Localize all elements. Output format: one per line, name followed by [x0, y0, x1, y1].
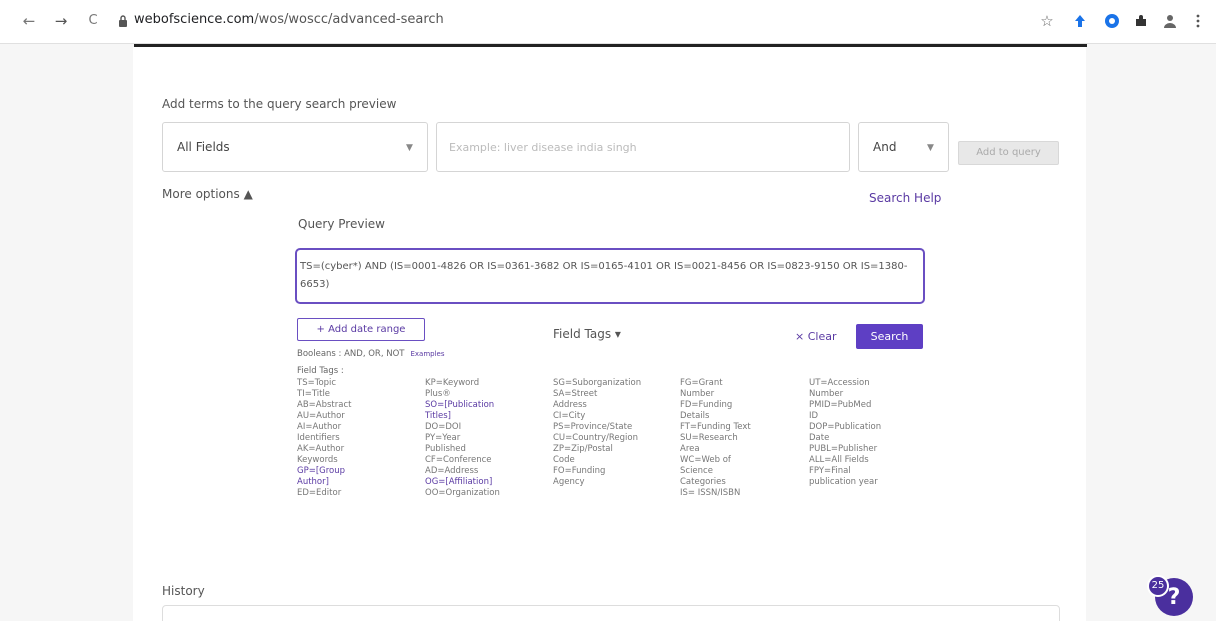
- field-select[interactable]: All Fields ▼: [162, 122, 428, 172]
- history-card: [162, 605, 1060, 621]
- field-tag-item: FPY=Final: [809, 466, 851, 476]
- field-tag-item: PUBL=Publisher: [809, 444, 878, 454]
- query-preview-textarea[interactable]: TS=(cyber*) AND (IS=0001-4826 OR IS=0361…: [295, 248, 925, 304]
- field-tags-column-4: FG=Grant Number FD=Funding Details FT=Fu…: [680, 378, 751, 499]
- field-tag-item: Number: [809, 389, 844, 399]
- field-tag-item: Categories: [680, 477, 726, 487]
- field-select-value: All Fields: [177, 140, 230, 154]
- url-host: webofscience.com: [134, 12, 255, 27]
- forward-icon[interactable]: →: [52, 12, 70, 30]
- field-tag-item: WC=Web of: [680, 455, 731, 465]
- field-tag-item: DO=DOI: [425, 422, 462, 432]
- search-term-input[interactable]: [436, 122, 850, 172]
- url-path: /wos/woscc/advanced-search: [254, 12, 444, 27]
- field-tag-item: Keywords: [297, 455, 338, 465]
- field-tags-column-3: SG=Suborganization SA=Street Address CI=…: [553, 378, 641, 488]
- field-tag-item: Number: [680, 389, 715, 399]
- field-tag-item: Identifiers: [297, 433, 340, 443]
- field-tag-item: Plus®: [425, 389, 451, 399]
- chevron-down-icon: ▼: [927, 143, 934, 153]
- group-author-link[interactable]: Author]: [297, 477, 351, 488]
- more-options-toggle[interactable]: More options ▲: [162, 187, 253, 201]
- field-tag-item: PS=Province/State: [553, 422, 633, 432]
- publication-titles-link[interactable]: Titles]: [425, 411, 500, 422]
- field-tag-item: ZP=Zip/Postal: [553, 444, 613, 454]
- field-tag-item: CF=Conference: [425, 455, 492, 465]
- field-tag-item: AD=Address: [425, 466, 479, 476]
- group-author-link[interactable]: GP=[Group: [297, 466, 351, 477]
- extension-arrow-icon[interactable]: [1071, 13, 1089, 29]
- field-tag-item: Address: [553, 400, 587, 410]
- field-tag-item: Published: [425, 444, 466, 454]
- field-tag-item: AB=Abstract: [297, 400, 352, 410]
- booleans-help: Booleans : AND, OR, NOT Examples: [297, 349, 445, 359]
- menu-dots-icon[interactable]: [1194, 13, 1202, 29]
- field-tag-item: Area: [680, 444, 700, 454]
- profile-avatar-icon[interactable]: [1161, 13, 1179, 29]
- field-tag-item: ID: [809, 411, 819, 421]
- field-tag-item: TI=Title: [297, 389, 331, 399]
- field-tag-item: FD=Funding: [680, 400, 733, 410]
- field-tag-item: SU=Research: [680, 433, 738, 443]
- field-tag-item: AU=Author: [297, 411, 345, 421]
- field-tag-item: Date: [809, 433, 830, 443]
- field-tag-item: Code: [553, 455, 575, 465]
- field-tag-item: SG=Suborganization: [553, 378, 642, 388]
- notification-badge: 25: [1147, 575, 1169, 597]
- booleans-text: Booleans : AND, OR, NOT: [297, 349, 405, 359]
- bookmark-star-icon[interactable]: ☆: [1038, 12, 1056, 30]
- field-tag-item: FT=Funding Text: [680, 422, 751, 432]
- field-tag-item: KP=Keyword: [425, 378, 480, 388]
- field-tag-item: SA=Street: [553, 389, 598, 399]
- address-bar[interactable]: webofscience.com/wos/woscc/advanced-sear…: [134, 12, 444, 27]
- field-tag-item: Details: [680, 411, 710, 421]
- field-tag-item: PY=Year: [425, 433, 461, 443]
- field-tag-item: CU=Country/Region: [553, 433, 639, 443]
- back-icon[interactable]: ←: [20, 12, 38, 30]
- field-tag-item: FG=Grant: [680, 378, 723, 388]
- reload-icon[interactable]: C: [84, 12, 102, 30]
- field-tags-heading: Field Tags :: [297, 366, 344, 376]
- field-tag-item: AK=Author: [297, 444, 345, 454]
- field-tag-item: UT=Accession: [809, 378, 870, 388]
- search-button[interactable]: Search: [856, 324, 923, 349]
- field-tag-item: ED=Editor: [297, 488, 342, 498]
- browser-toolbar: ← → C webofscience.com/wos/woscc/advance…: [0, 0, 1216, 44]
- field-tags-toggle[interactable]: Field Tags ▾: [553, 327, 621, 341]
- boolean-select-value: And: [873, 140, 897, 154]
- field-tag-item: ALL=All Fields: [809, 455, 869, 465]
- history-heading: History: [162, 584, 205, 598]
- add-date-range-button[interactable]: + Add date range: [297, 318, 425, 341]
- field-tag-item: AI=Author: [297, 422, 342, 432]
- field-tags-column-1: TS=Topic TI=Title AB=Abstract AU=Author …: [297, 378, 351, 499]
- search-help-link[interactable]: Search Help: [869, 191, 941, 205]
- field-tag-item: PMID=PubMed: [809, 400, 872, 410]
- field-tags-column-5: UT=Accession Number PMID=PubMed ID DOP=P…: [809, 378, 881, 488]
- add-to-query-button[interactable]: Add to query: [958, 141, 1059, 165]
- field-tag-item: FO=Funding: [553, 466, 606, 476]
- field-tag-item: IS= ISSN/ISBN: [680, 488, 741, 498]
- field-tag-item: CI=City: [553, 411, 586, 421]
- extension-circle-icon[interactable]: [1103, 13, 1121, 29]
- field-tag-item: Science: [680, 466, 713, 476]
- field-tag-item: Agency: [553, 477, 585, 487]
- field-tag-item: TS=Topic: [297, 378, 337, 388]
- query-preview-label: Query Preview: [298, 217, 385, 231]
- lock-icon: [119, 15, 127, 27]
- publication-titles-link[interactable]: SO=[Publication: [425, 400, 500, 411]
- examples-link[interactable]: Examples: [410, 350, 444, 358]
- field-tag-item: OO=Organization: [425, 488, 500, 498]
- builder-heading: Add terms to the query search preview: [162, 97, 397, 111]
- field-tag-item: DOP=Publication: [809, 422, 882, 432]
- clear-button[interactable]: × Clear: [795, 330, 836, 343]
- affiliation-link[interactable]: OG=[Affiliation]: [425, 477, 500, 488]
- field-tag-item: publication year: [809, 477, 878, 487]
- boolean-select[interactable]: And ▼: [858, 122, 949, 172]
- field-tags-column-2: KP=Keyword Plus® SO=[Publication Titles]…: [425, 378, 500, 499]
- extensions-puzzle-icon[interactable]: [1132, 13, 1150, 29]
- chevron-down-icon: ▼: [406, 143, 413, 153]
